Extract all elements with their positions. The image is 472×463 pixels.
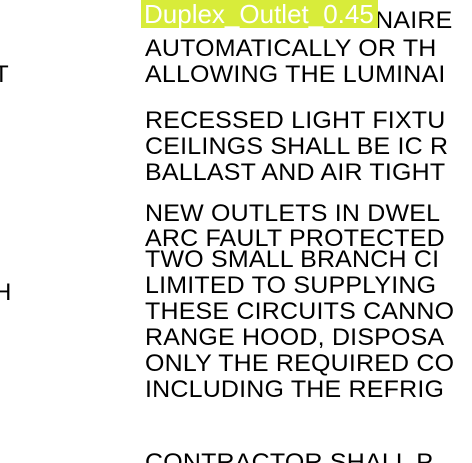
left-column-fragment: H xyxy=(0,279,12,306)
left-column-fragment: T xyxy=(0,61,9,88)
note-line: RANGE HOOD, DISPOSA xyxy=(145,324,445,351)
note-line: TWO SMALL BRANCH CI xyxy=(145,246,440,273)
note-line: AUTOMATICALLY OR TH xyxy=(145,35,437,62)
detection-label-tag: Duplex_Outlet_0.45 xyxy=(141,0,378,28)
note-line: NEW OUTLETS IN DWEL xyxy=(145,200,441,227)
note-line: LIMITED TO SUPPLYING xyxy=(145,272,437,299)
note-line: CONTRACTOR SHALL P xyxy=(145,449,434,463)
note-line: BALLAST AND AIR TIGHT xyxy=(145,159,446,186)
drawing-notes-crop: T H ALLOWS THE LUMINAIRE AUTOMATICALLY O… xyxy=(0,0,472,463)
note-line: CEILINGS SHALL BE IC R xyxy=(145,133,449,160)
note-line: ALLOWING THE LUMINAI xyxy=(145,61,446,88)
note-line: ONLY THE REQUIRED CO xyxy=(145,350,455,377)
note-line: INCLUDING THE REFRIG xyxy=(145,376,445,403)
note-line: RECESSED LIGHT FIXTU xyxy=(145,107,446,134)
note-line: THESE CIRCUITS CANNO xyxy=(145,298,455,325)
